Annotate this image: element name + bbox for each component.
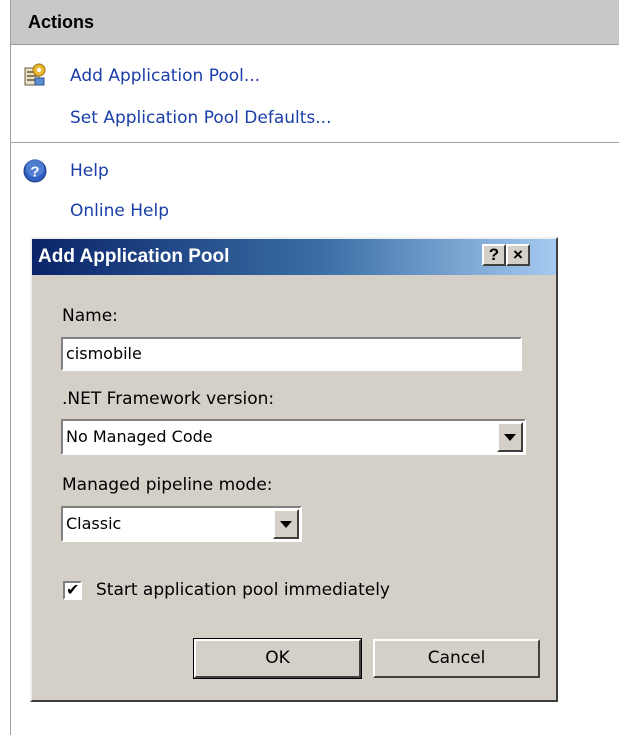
checkmark-icon: ✔: [66, 580, 80, 599]
dialog-titlebar[interactable]: Add Application Pool ? ×: [32, 239, 556, 275]
chevron-down-icon: [504, 434, 516, 441]
application-pool-icon: [24, 63, 46, 86]
dialog-close-button[interactable]: ×: [506, 244, 530, 266]
name-label: Name:: [62, 306, 118, 326]
pipeline-dropdown-button[interactable]: [273, 509, 299, 539]
cancel-button[interactable]: Cancel: [373, 639, 540, 678]
ok-button[interactable]: OK: [193, 638, 362, 679]
dialog-title: Add Application Pool: [38, 246, 230, 267]
actions-title: Actions: [28, 12, 95, 32]
set-application-pool-defaults-link[interactable]: Set Application Pool Defaults...: [70, 108, 331, 128]
pipeline-mode-value: Classic: [66, 514, 122, 533]
name-field[interactable]: cismobile: [61, 337, 522, 371]
help-icon: ?: [23, 159, 47, 183]
name-field-value: cismobile: [66, 344, 142, 363]
framework-version-label: .NET Framework version:: [62, 389, 275, 409]
start-immediately-label[interactable]: Start application pool immediately: [96, 580, 390, 600]
pipeline-mode-select[interactable]: Classic: [61, 506, 302, 542]
dialog-help-button[interactable]: ?: [482, 244, 506, 266]
online-help-link[interactable]: Online Help: [70, 201, 169, 221]
pipeline-mode-label: Managed pipeline mode:: [62, 475, 273, 495]
help-link[interactable]: Help: [70, 161, 109, 181]
chevron-down-icon: [280, 521, 292, 528]
framework-version-value: No Managed Code: [66, 427, 213, 446]
svg-text:?: ?: [30, 164, 39, 181]
actions-separator: [11, 142, 619, 143]
actions-header: Actions: [11, 0, 619, 45]
framework-version-select[interactable]: No Managed Code: [61, 419, 526, 455]
add-application-pool-dialog: Add Application Pool ? × Name: cismobile…: [30, 237, 558, 702]
add-application-pool-link[interactable]: Add Application Pool...: [70, 66, 260, 86]
start-immediately-checkbox[interactable]: ✔: [63, 580, 82, 600]
framework-dropdown-button[interactable]: [497, 422, 523, 452]
